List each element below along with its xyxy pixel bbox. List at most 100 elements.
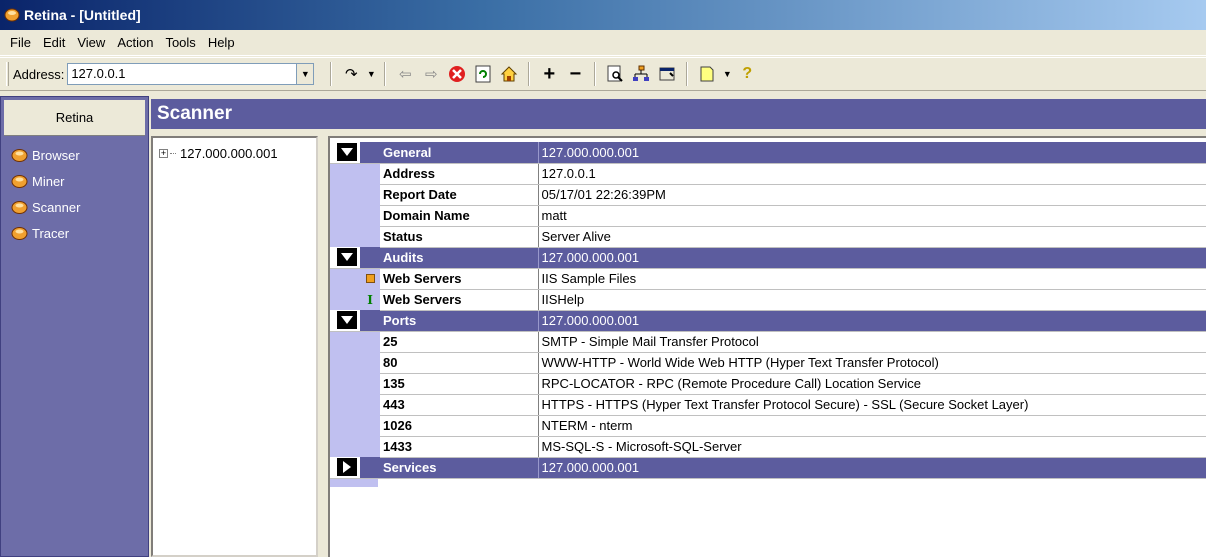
retina-module-icon xyxy=(11,174,28,188)
chevron-down-icon[interactable]: ▼ xyxy=(366,63,376,85)
nav-item-tracer[interactable]: Tracer xyxy=(1,220,148,246)
menu-view[interactable]: View xyxy=(71,33,111,52)
collapse-icon[interactable] xyxy=(337,311,357,330)
collapse-icon[interactable] xyxy=(337,143,357,162)
row-label: 443 xyxy=(380,394,539,416)
section-toggle-cell xyxy=(330,247,360,269)
section-value: 127.000.000.001 xyxy=(538,457,1206,479)
menu-file[interactable]: File xyxy=(4,33,37,52)
find-icon[interactable] xyxy=(604,63,626,85)
section-header[interactable]: General 127.000.000.001 xyxy=(330,142,1206,164)
page-title: Scanner xyxy=(151,99,1206,129)
nav-item-browser[interactable]: Browser xyxy=(1,142,148,168)
nav-item-label: Miner xyxy=(32,173,65,189)
section-value: 127.000.000.001 xyxy=(538,310,1206,332)
expand-icon[interactable]: + xyxy=(159,149,168,158)
window-title: Retina - [Untitled] xyxy=(24,7,141,23)
section-icon-cell xyxy=(360,310,380,332)
nav-item-label: Tracer xyxy=(32,225,70,241)
row-icon-cell xyxy=(360,415,380,436)
row-value: 05/17/01 22:26:39PM xyxy=(538,184,1206,206)
row-icon-cell xyxy=(360,163,380,184)
row-icon-cell xyxy=(360,373,380,394)
tree-node-host[interactable]: + 127.000.000.001 xyxy=(153,138,316,161)
report-row[interactable]: Status Server Alive xyxy=(330,226,1206,248)
row-icon-cell xyxy=(360,205,380,226)
section-header[interactable]: Services 127.000.000.001 xyxy=(330,457,1206,479)
toolbar-separator xyxy=(686,62,689,86)
add-icon[interactable]: + xyxy=(538,63,560,85)
report-row[interactable]: 443 HTTPS - HTTPS (Hyper Text Transfer Pr… xyxy=(330,394,1206,416)
section-icon-cell xyxy=(360,142,380,164)
row-value: Server Alive xyxy=(538,226,1206,248)
row-value: NTERM - nterm xyxy=(538,415,1206,437)
toolbar-separator xyxy=(594,62,597,86)
collapse-icon[interactable] xyxy=(337,248,357,267)
section-header[interactable]: Audits 127.000.000.001 xyxy=(330,247,1206,269)
section-label: Audits xyxy=(380,247,539,269)
forward-icon[interactable]: ⇨ xyxy=(420,63,442,85)
report-row[interactable]: Address 127.0.0.1 xyxy=(330,163,1206,185)
report-row[interactable]: 80 WWW-HTTP - World Wide Web HTTP (Hyper … xyxy=(330,352,1206,374)
row-label: 1433 xyxy=(380,436,539,458)
menu-action[interactable]: Action xyxy=(111,33,159,52)
remove-icon[interactable]: − xyxy=(564,63,586,85)
row-label: Web Servers xyxy=(380,268,539,290)
stop-icon[interactable] xyxy=(446,63,468,85)
menu-edit[interactable]: Edit xyxy=(37,33,71,52)
expand-icon[interactable] xyxy=(337,458,357,477)
title-bar: Retina - [Untitled] xyxy=(0,0,1206,30)
report-row[interactable]: 135 RPC-LOCATOR - RPC (Remote Procedure C… xyxy=(330,373,1206,395)
chevron-down-icon[interactable]: ▼ xyxy=(722,63,732,85)
nav-item-miner[interactable]: Miner xyxy=(1,168,148,194)
home-icon[interactable] xyxy=(498,63,520,85)
toolbar-separator xyxy=(330,62,333,86)
section-label: Ports xyxy=(380,310,539,332)
help-icon[interactable]: ? xyxy=(736,63,758,85)
nav-item-label: Scanner xyxy=(32,199,81,215)
address-input[interactable]: 127.0.0.1 xyxy=(67,63,298,85)
go-icon[interactable]: ↷ xyxy=(340,63,362,85)
row-gutter-cell xyxy=(330,352,360,373)
report-row[interactable]: Web Servers IIS Sample Files xyxy=(330,268,1206,290)
properties-icon[interactable] xyxy=(656,63,678,85)
report-row[interactable]: 25 SMTP - Simple Mail Transfer Protocol xyxy=(330,331,1206,353)
back-icon[interactable]: ⇦ xyxy=(394,63,416,85)
report-row[interactable]: Report Date 05/17/01 22:26:39PM xyxy=(330,184,1206,206)
row-label: 135 xyxy=(380,373,539,395)
report-row[interactable]: I Web Servers IISHelp xyxy=(330,289,1206,311)
address-dropdown-button[interactable]: ▼ xyxy=(297,63,315,85)
section-header[interactable]: Ports 127.000.000.001 xyxy=(330,310,1206,332)
report-row[interactable]: Domain Name matt xyxy=(330,205,1206,227)
row-icon-cell xyxy=(360,331,380,352)
row-value: HTTPS - HTTPS (Hyper Text Transfer Proto… xyxy=(538,394,1206,416)
section-toggle-cell xyxy=(330,310,360,332)
section-label: Services xyxy=(380,457,539,479)
row-label: 1026 xyxy=(380,415,539,437)
nav-item-scanner[interactable]: Scanner xyxy=(1,194,148,220)
report-row[interactable]: 1433 MS-SQL-S - Microsoft-SQL-Server xyxy=(330,436,1206,458)
address-label: Address: xyxy=(13,66,65,82)
row-value: MS-SQL-S - Microsoft-SQL-Server xyxy=(538,436,1206,458)
row-gutter-cell xyxy=(330,163,360,184)
row-gutter-cell xyxy=(330,436,360,457)
nav-item-label: Browser xyxy=(32,147,80,163)
menu-help[interactable]: Help xyxy=(202,33,241,52)
menu-tools[interactable]: Tools xyxy=(159,33,201,52)
row-label: 80 xyxy=(380,352,539,374)
row-gutter-cell xyxy=(330,394,360,415)
row-icon-cell xyxy=(360,226,380,247)
toolbar-grip[interactable] xyxy=(6,62,9,86)
section-toggle-cell xyxy=(330,142,360,164)
row-value: IIS Sample Files xyxy=(538,268,1206,290)
section-toggle-cell xyxy=(330,457,360,479)
navigation-header[interactable]: Retina xyxy=(4,100,145,136)
report-row[interactable]: 1026 NTERM - nterm xyxy=(330,415,1206,437)
section-icon-cell xyxy=(360,247,380,269)
navigation-panel: Retina Browser Miner Scanner Tracer xyxy=(0,96,149,557)
host-tree: + 127.000.000.001 xyxy=(151,136,318,557)
refresh-icon[interactable] xyxy=(472,63,494,85)
new-icon[interactable] xyxy=(696,63,718,85)
row-gutter-cell xyxy=(330,268,360,289)
tree-icon[interactable] xyxy=(630,63,652,85)
